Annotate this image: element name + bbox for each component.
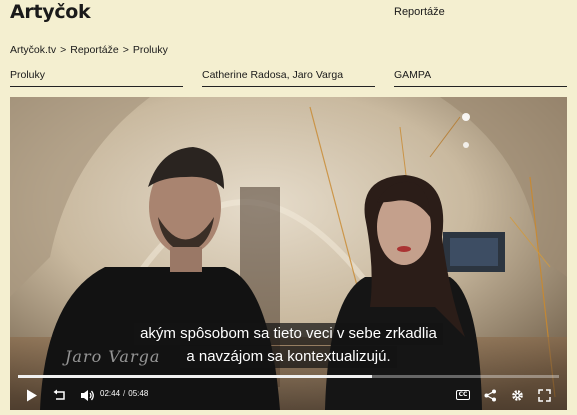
time-separator: / — [123, 389, 126, 398]
breadcrumb-home[interactable]: Artyčok.tv — [10, 44, 56, 56]
cc-icon[interactable]: CC — [454, 385, 472, 405]
duration: 05:48 — [128, 389, 149, 398]
subtitle-box: akým spôsobom sa tieto veci v sebe zrkad… — [10, 323, 567, 368]
progress-fill — [18, 375, 372, 378]
video-authors[interactable]: Catherine Radosa, Jaro Varga — [202, 69, 375, 87]
current-time: 02:44 — [100, 389, 121, 398]
volume-icon[interactable] — [77, 385, 97, 405]
subtitle-line-2: a navzájom sa kontextualizujú. — [180, 346, 397, 368]
breadcrumb-separator: > — [122, 44, 129, 56]
player-controls: 02:44/05:48 CC — [10, 385, 567, 407]
replay-10-icon[interactable] — [50, 385, 70, 405]
subtitle-line-1: akým spôsobom sa tieto veci v sebe zrkad… — [134, 323, 443, 345]
nav-reportaze-link[interactable]: Reportáže — [394, 6, 445, 18]
time-display: 02:44/05:48 — [100, 389, 148, 398]
video-title: Proluky — [10, 69, 183, 87]
fullscreen-icon[interactable] — [535, 385, 553, 405]
progress-bar[interactable] — [18, 375, 559, 378]
video-player[interactable]: Jaro Varga akým spôsobom sa tieto veci v… — [10, 97, 567, 410]
play-icon[interactable] — [23, 385, 41, 405]
breadcrumb-reportaze[interactable]: Reportáže — [70, 44, 118, 56]
breadcrumb-current[interactable]: Proluky — [133, 44, 168, 56]
video-venue[interactable]: GAMPA — [394, 69, 567, 87]
breadcrumb: Artyčok.tv > Reportáže > Proluky — [10, 44, 168, 56]
share-icon[interactable] — [481, 385, 499, 405]
site-logo[interactable]: Artyčok — [10, 1, 91, 23]
breadcrumb-separator: > — [60, 44, 67, 56]
settings-icon[interactable] — [508, 385, 526, 405]
cc-label: CC — [455, 390, 471, 400]
